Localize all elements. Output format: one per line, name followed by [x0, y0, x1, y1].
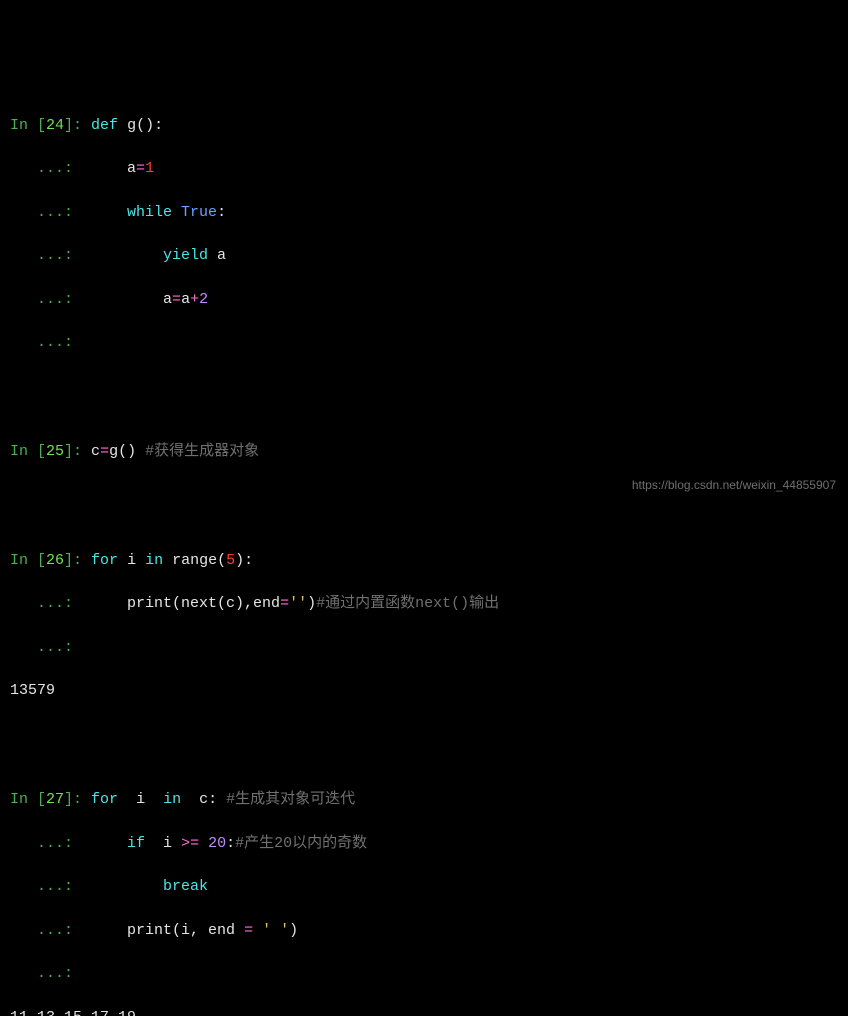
ident: c	[91, 443, 100, 460]
ident: a	[208, 247, 226, 264]
kw-yield: yield	[163, 247, 208, 264]
op-eq: =	[244, 922, 253, 939]
op-plus: +	[190, 291, 199, 308]
prompt-in: In [	[10, 552, 46, 569]
cont-prompt: ...:	[10, 922, 82, 939]
comment: #通过内置函数next()输出	[316, 595, 499, 612]
code-line: In [26]: for i in range(5):	[10, 550, 838, 572]
lit-1: 1	[145, 160, 154, 177]
output-line: 11 13 15 17 19	[10, 1007, 838, 1016]
code-line: In [24]: def g():	[10, 115, 838, 137]
cont-prompt: ...:	[10, 639, 82, 656]
code-line: ...:	[10, 963, 838, 985]
prompt-in: In [	[10, 443, 46, 460]
ident: a	[127, 160, 136, 177]
colon: :	[226, 835, 235, 852]
code-line: ...: print(next(c),end='')#通过内置函数next()输…	[10, 593, 838, 615]
kw-while: while	[127, 204, 172, 221]
prompt-in: In [	[10, 791, 46, 808]
comment: #生成其对象可迭代	[226, 791, 355, 808]
ident: c:	[181, 791, 226, 808]
str-lit: ' '	[253, 922, 289, 939]
cont-prompt: ...:	[10, 247, 82, 264]
lit-20: 20	[208, 835, 226, 852]
op-eq: =	[280, 595, 289, 612]
colon: :	[217, 204, 226, 221]
code-line: ...: a=a+2	[10, 289, 838, 311]
code-line: In [25]: c=g() #获得生成器对象	[10, 441, 838, 463]
str-lit: ''	[289, 595, 307, 612]
ident: a	[163, 291, 172, 308]
cont-prompt: ...:	[10, 878, 82, 895]
prompt-in: In [	[10, 117, 46, 134]
kw-true: True	[172, 204, 217, 221]
comment: #获得生成器对象	[145, 443, 259, 460]
code-line: ...: print(i, end = ' ')	[10, 920, 838, 942]
kw-break: break	[163, 878, 208, 895]
rparen: ):	[235, 552, 253, 569]
cont-prompt: ...:	[10, 965, 82, 982]
call-print: print(i, end	[127, 922, 244, 939]
prompt-close: ]:	[64, 791, 91, 808]
ident: i	[118, 552, 145, 569]
cont-prompt: ...:	[10, 835, 82, 852]
code-line: ...: yield a	[10, 245, 838, 267]
code-line: ...:	[10, 637, 838, 659]
ident: a	[181, 291, 190, 308]
output-line: 13579	[10, 680, 838, 702]
ident: i	[118, 791, 163, 808]
watermark: https://blog.csdn.net/weixin_44855907	[632, 477, 836, 494]
rparen: )	[307, 595, 316, 612]
fn-name: g():	[118, 117, 163, 134]
kw-for: for	[91, 552, 118, 569]
code-line: In [27]: for i in c: #生成其对象可迭代	[10, 789, 838, 811]
prompt-num: 24	[46, 117, 64, 134]
code-line: ...: while True:	[10, 202, 838, 224]
ident: i	[145, 835, 181, 852]
cont-prompt: ...:	[10, 204, 82, 221]
code-line: ...: a=1	[10, 158, 838, 180]
rparen: )	[289, 922, 298, 939]
prompt-close: ]:	[64, 117, 91, 134]
code-line: ...: if i >= 20:#产生20以内的奇数	[10, 833, 838, 855]
op-ge: >=	[181, 835, 199, 852]
code-line: ...: break	[10, 876, 838, 898]
code-line: ...:	[10, 332, 838, 354]
blank-line	[10, 376, 838, 398]
prompt-num: 27	[46, 791, 64, 808]
cont-prompt: ...:	[10, 291, 82, 308]
prompt-num: 26	[46, 552, 64, 569]
comment: #产生20以内的奇数	[235, 835, 367, 852]
cont-prompt: ...:	[10, 160, 82, 177]
call-print: print(next(c),end	[127, 595, 280, 612]
call: g()	[109, 443, 145, 460]
cont-prompt: ...:	[10, 595, 82, 612]
call-range: range(	[163, 552, 226, 569]
space	[199, 835, 208, 852]
kw-for: for	[91, 791, 118, 808]
kw-def: def	[91, 117, 118, 134]
blank-line	[10, 724, 838, 746]
op-eq: =	[136, 160, 145, 177]
op-eq: =	[172, 291, 181, 308]
kw-in: in	[145, 552, 163, 569]
prompt-close: ]:	[64, 552, 91, 569]
kw-if: if	[127, 835, 145, 852]
lit-5: 5	[226, 552, 235, 569]
kw-in: in	[163, 791, 181, 808]
cont-prompt: ...:	[10, 334, 82, 351]
lit-2: 2	[199, 291, 208, 308]
prompt-num: 25	[46, 443, 64, 460]
prompt-close: ]:	[64, 443, 91, 460]
op-eq: =	[100, 443, 109, 460]
